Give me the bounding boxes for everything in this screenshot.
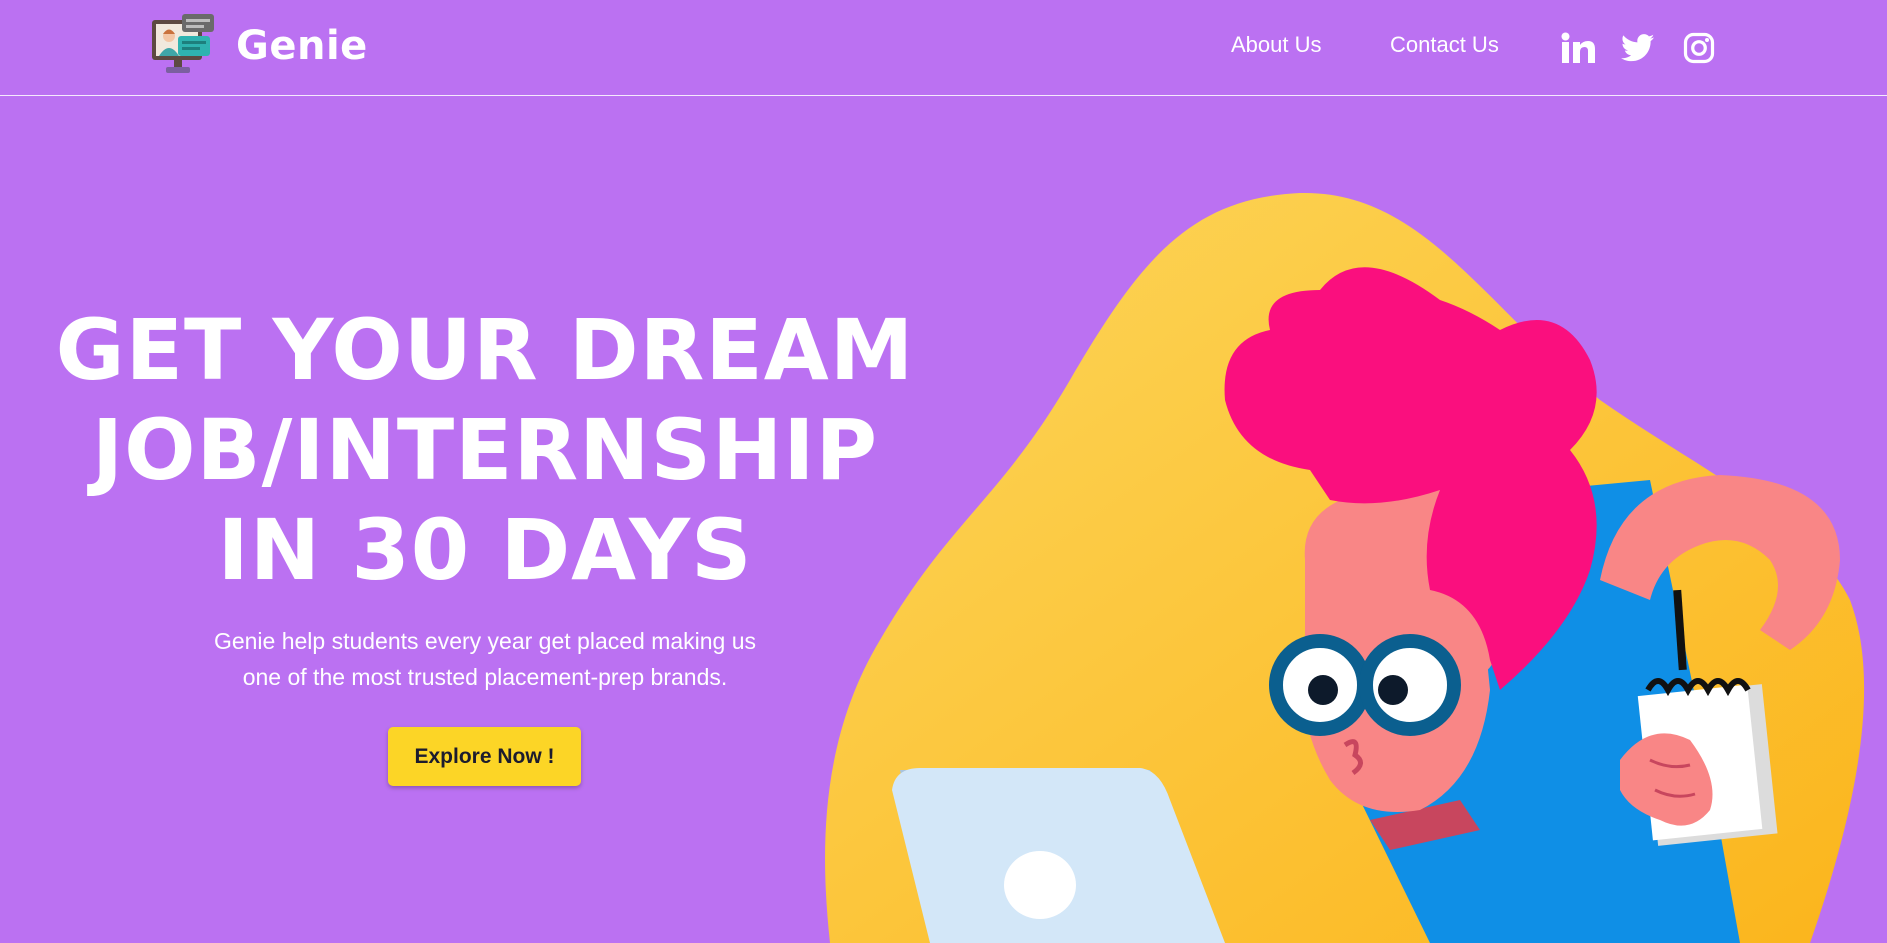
nav-links: About Us Contact Us (0, 0, 1887, 96)
navbar: Genie About Us Contact Us (0, 0, 1887, 96)
twitter-link[interactable] (1620, 30, 1656, 66)
instagram-icon (1683, 32, 1715, 64)
hero-heading-line: GET YOUR DREAM (55, 301, 915, 399)
hero-illustration (825, 192, 1865, 943)
linkedin-icon (1561, 32, 1595, 63)
hero-subtitle: Genie help students every year get place… (200, 623, 770, 695)
hero-subtitle-line: Genie help students every year get place… (213, 628, 757, 654)
hero-heading-line: JOB/INTERNSHIP (91, 401, 879, 499)
hero-heading: GET YOUR DREAM JOB/INTERNSHIP IN 30 DAYS (40, 300, 930, 600)
instagram-link[interactable] (1681, 30, 1717, 66)
nav-about-us[interactable]: About Us (1231, 32, 1322, 58)
explore-now-button[interactable]: Explore Now ! (388, 727, 581, 786)
linkedin-link[interactable] (1560, 30, 1596, 66)
nav-contact-us[interactable]: Contact Us (1390, 32, 1499, 58)
twitter-icon (1621, 34, 1655, 62)
hero-heading-line: IN 30 DAYS (217, 501, 753, 599)
hero-subtitle-line: one of the most trusted placement-prep b… (242, 664, 728, 690)
